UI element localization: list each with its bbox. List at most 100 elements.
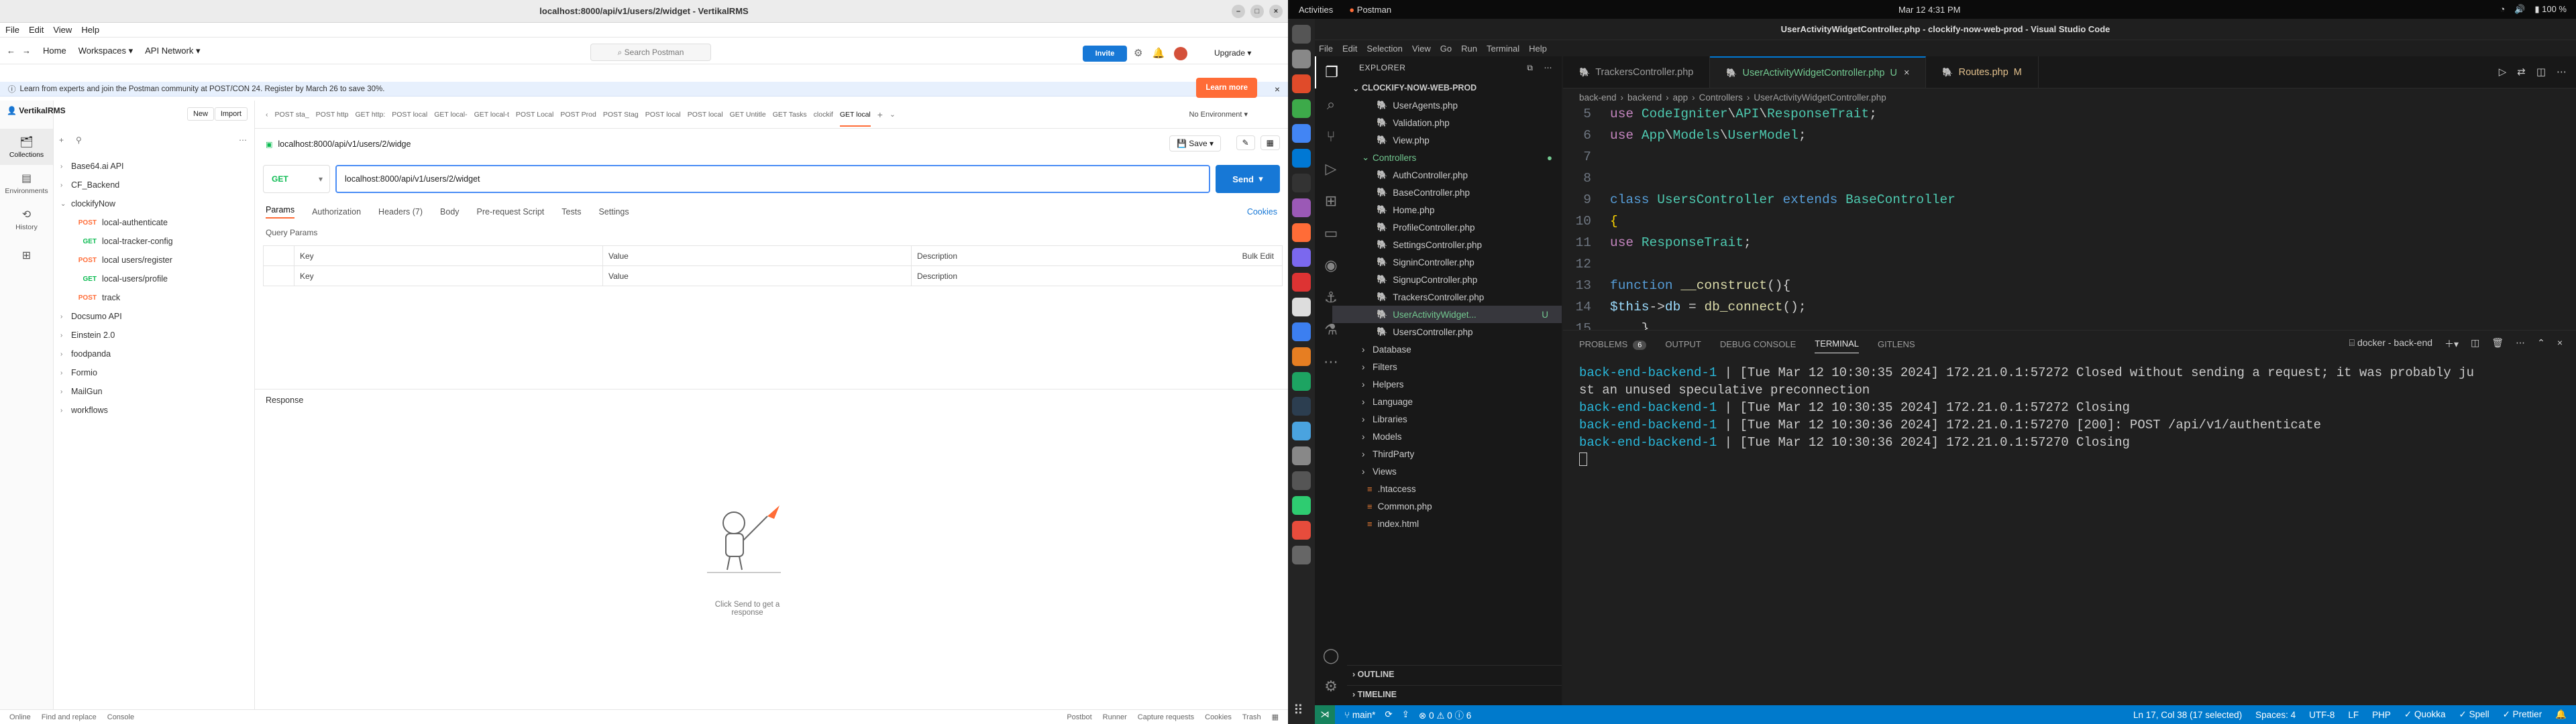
settings-icon[interactable]: ⚙ bbox=[1134, 47, 1142, 60]
file-item[interactable]: 🐘 TrackersController.php bbox=[1362, 288, 1562, 306]
file-item[interactable]: ≡ Common.php bbox=[1362, 497, 1562, 515]
tab-tests[interactable]: Tests bbox=[561, 207, 581, 217]
new-button[interactable]: New bbox=[186, 107, 214, 121]
collection-item[interactable]: › Formio bbox=[60, 363, 255, 382]
folder-controllers[interactable]: ⌄ Controllers ● bbox=[1362, 149, 1562, 166]
remote-icon[interactable]: ⋊ bbox=[1315, 705, 1335, 724]
request-tab[interactable]: POST Prod bbox=[560, 111, 596, 119]
battery-icon[interactable]: ▮ 100 % bbox=[2534, 4, 2567, 15]
editor-tab[interactable]: 🐘 TrackersController.php bbox=[1563, 56, 1711, 88]
file-item[interactable]: 🐘 AuthController.php bbox=[1362, 166, 1562, 184]
cookies-link[interactable]: Cookies bbox=[1247, 207, 1277, 217]
file-item[interactable]: 🐘 Validation.php bbox=[1362, 114, 1562, 131]
bulk-edit-link[interactable]: Bulk Edit bbox=[1242, 251, 1274, 261]
new-file-icon[interactable]: ⧉ bbox=[1527, 63, 1533, 73]
branch-status[interactable]: ⑂ main* bbox=[1344, 710, 1375, 720]
request-tab[interactable]: POST local bbox=[688, 111, 723, 119]
request-item[interactable]: POST track bbox=[60, 288, 255, 307]
more-icon[interactable]: ⋯ bbox=[1315, 346, 1347, 378]
new-tab-icon[interactable]: + bbox=[877, 109, 883, 120]
request-item[interactable]: POST local users/register bbox=[60, 251, 255, 269]
panel-more-icon[interactable]: ⋯ bbox=[2516, 337, 2525, 351]
search-input[interactable]: ⌕ Search Postman bbox=[590, 44, 711, 61]
cursor-position[interactable]: Ln 17, Col 38 (17 selected) bbox=[2133, 710, 2242, 720]
split-editor-icon[interactable]: ◫ bbox=[2536, 66, 2546, 78]
dock-app-icon[interactable] bbox=[1292, 422, 1311, 440]
rail-history[interactable]: ⟲ History bbox=[0, 201, 53, 237]
environment-select[interactable]: No Environment ▾ bbox=[1189, 110, 1248, 119]
file-item[interactable]: 🐘 UserAgents.php bbox=[1362, 97, 1562, 114]
collection-item[interactable]: › CF_Backend bbox=[60, 176, 255, 194]
dock-app-icon[interactable] bbox=[1292, 471, 1311, 490]
dock-app-icon[interactable] bbox=[1292, 248, 1311, 267]
tab-pre-request-script[interactable]: Pre-request Script bbox=[477, 207, 545, 217]
folder-item[interactable]: › Models bbox=[1362, 428, 1562, 445]
menu-edit[interactable]: Edit bbox=[1342, 44, 1357, 54]
collection-item[interactable]: › Base64.ai API bbox=[60, 157, 255, 176]
dock-app-icon[interactable] bbox=[1292, 521, 1311, 540]
clock[interactable]: Mar 12 4:31 PM bbox=[1898, 5, 1961, 15]
footer-runner[interactable]: Runner bbox=[1103, 713, 1127, 721]
activities-button[interactable]: Activities bbox=[1299, 5, 1333, 15]
more-icon[interactable]: ⋯ bbox=[239, 135, 247, 145]
file-item[interactable]: ≡ index.html bbox=[1362, 515, 1562, 532]
rail-more[interactable]: ⊞ bbox=[0, 237, 53, 274]
folder-item[interactable]: › Libraries bbox=[1362, 410, 1562, 428]
dock-app-icon[interactable] bbox=[1292, 74, 1311, 93]
dock-app-icon[interactable] bbox=[1292, 397, 1311, 416]
collection-item[interactable]: › Einstein 2.0 bbox=[60, 326, 255, 345]
request-tab[interactable]: GET Untitle bbox=[730, 111, 766, 119]
footer-trash[interactable]: Trash bbox=[1242, 713, 1261, 721]
maximize-panel-icon[interactable]: ⌃ bbox=[2537, 337, 2545, 351]
wifi-icon[interactable]: ◔ bbox=[2500, 4, 2505, 15]
file-item[interactable]: 🐘 Home.php bbox=[1362, 201, 1562, 219]
folder-item[interactable]: › ThirdParty bbox=[1362, 445, 1562, 463]
extensions-icon[interactable]: ⊞ bbox=[1315, 185, 1347, 217]
outline-section[interactable]: › OUTLINE bbox=[1347, 665, 1562, 682]
language-mode[interactable]: PHP bbox=[2372, 710, 2391, 720]
key-input[interactable]: Key bbox=[294, 265, 603, 286]
nav-api-network[interactable]: API Network ▾ bbox=[145, 46, 200, 56]
tab-body[interactable]: Body bbox=[440, 207, 460, 217]
menu-edit[interactable]: Edit bbox=[29, 25, 44, 35]
account-icon[interactable]: ◯ bbox=[1315, 640, 1347, 672]
folder-item[interactable]: › Database bbox=[1362, 341, 1562, 358]
request-tab[interactable]: POST http bbox=[316, 111, 349, 119]
editor-tab[interactable]: 🐘 UserActivityWidgetController.php U × bbox=[1710, 56, 1927, 88]
breadcrumb-item[interactable]: UserActivityWidgetController.php bbox=[1754, 93, 1886, 103]
explorer-more-icon[interactable]: ⋯ bbox=[1544, 63, 1553, 73]
spell-status[interactable]: ✓ Spell bbox=[2459, 709, 2489, 720]
save-button[interactable]: 💾 Save ▾ bbox=[1169, 135, 1221, 152]
tab-settings[interactable]: Settings bbox=[598, 207, 629, 217]
file-item[interactable]: 🐘 View.php bbox=[1362, 131, 1562, 149]
dock-app-icon[interactable] bbox=[1292, 372, 1311, 391]
publish-icon[interactable]: ⇪ bbox=[1402, 709, 1409, 720]
terminal-selector[interactable]: ⌸ docker - back-end bbox=[2349, 337, 2432, 351]
file-item[interactable]: 🐘 SigninController.php bbox=[1362, 253, 1562, 271]
dock-app-icon[interactable] bbox=[1292, 198, 1311, 217]
manage-gear-icon[interactable]: ⚙ bbox=[1315, 670, 1347, 703]
breadcrumb-item[interactable]: app bbox=[1673, 93, 1688, 103]
file-item[interactable]: 🐘 SettingsController.php bbox=[1362, 236, 1562, 253]
file-item[interactable]: 🐘 UserActivityWidget... U bbox=[1332, 306, 1562, 323]
problems-status[interactable]: ⊗ 0 ⚠ 0 ⓘ 6 bbox=[1419, 708, 1471, 721]
nav-workspaces[interactable]: Workspaces ▾ bbox=[78, 46, 133, 56]
sync-icon[interactable]: ⟳ bbox=[1385, 709, 1392, 720]
send-button[interactable]: Send ▾ bbox=[1216, 165, 1280, 193]
footer-find-replace[interactable]: Find and replace bbox=[42, 713, 97, 721]
dock-app-icon[interactable] bbox=[1292, 322, 1311, 341]
kill-terminal-icon[interactable]: 🗑 bbox=[2491, 337, 2504, 351]
source-control-icon[interactable]: ⑂ bbox=[1315, 121, 1347, 153]
panel-tab-gitlens[interactable]: GITLENS bbox=[1878, 339, 1915, 349]
notifications-icon[interactable]: 🔔 bbox=[1152, 47, 1165, 60]
tabs-overflow-icon[interactable]: ⌄ bbox=[890, 111, 896, 119]
collection-item[interactable]: › foodpanda bbox=[60, 345, 255, 363]
dock-app-icon[interactable] bbox=[1292, 25, 1311, 44]
nav-home[interactable]: Home bbox=[43, 46, 66, 56]
new-terminal-icon[interactable]: ＋▾ bbox=[2445, 337, 2459, 351]
footer-online[interactable]: Online bbox=[9, 713, 31, 721]
menu-go[interactable]: Go bbox=[1440, 44, 1452, 54]
request-tab[interactable]: POST Local bbox=[516, 111, 553, 119]
menu-terminal[interactable]: Terminal bbox=[1487, 44, 1519, 54]
active-app[interactable]: ● Postman bbox=[1349, 5, 1391, 15]
